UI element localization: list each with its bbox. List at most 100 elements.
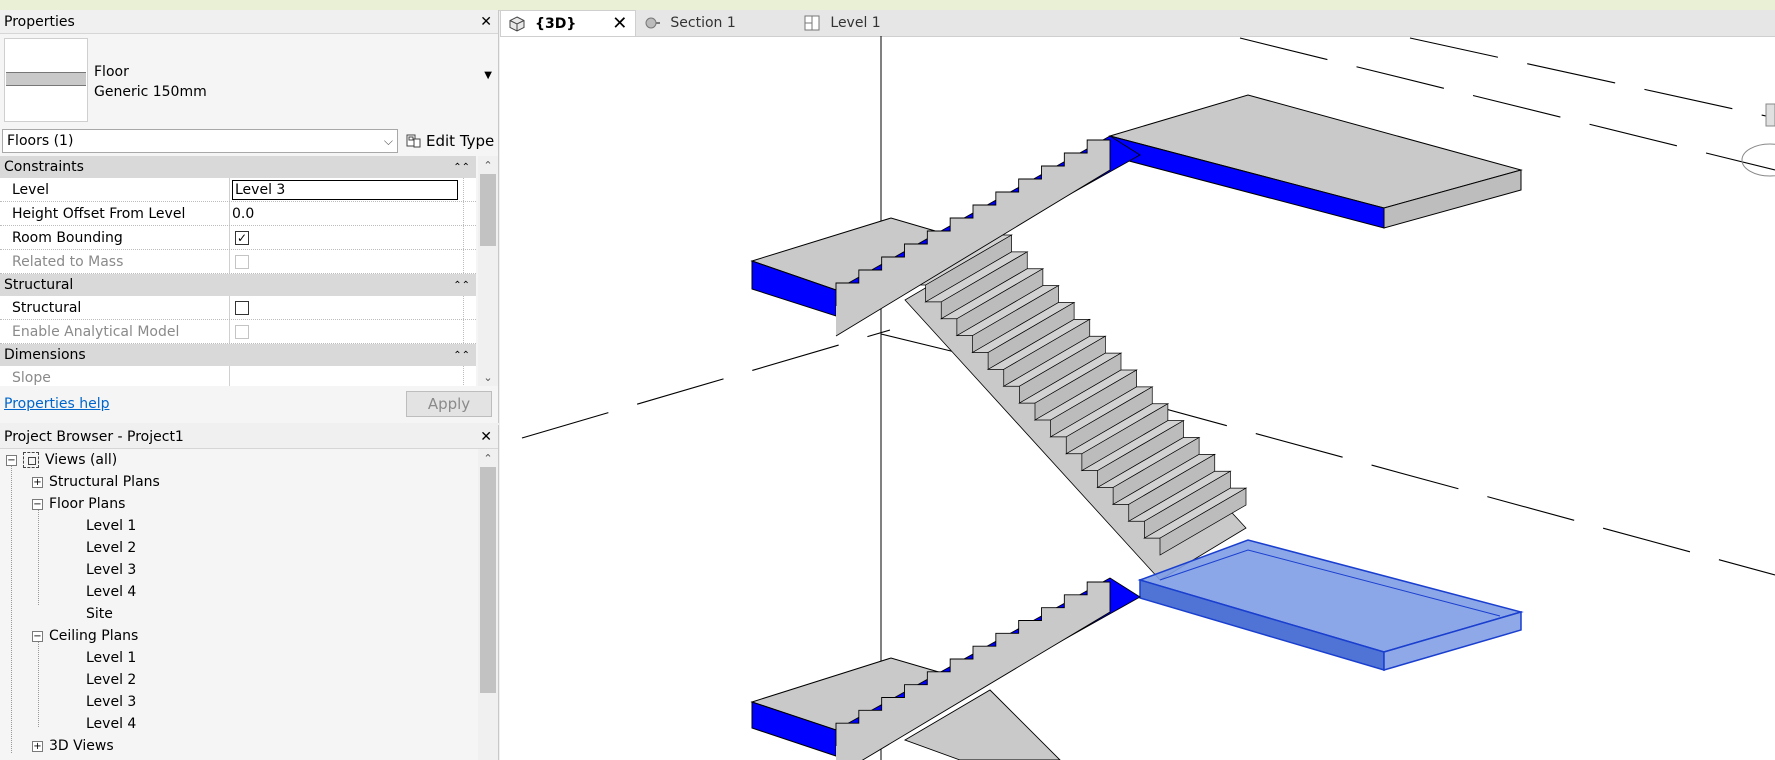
properties-titlebar: Properties ✕ xyxy=(0,10,498,34)
prop-row-structural[interactable]: Structural xyxy=(0,296,476,320)
room-bounding-checkbox[interactable]: ✓ xyxy=(235,230,249,245)
tab-level-1[interactable]: Level 1 xyxy=(796,10,888,36)
tree-node-floor-plans[interactable]: − Floor Plans xyxy=(0,493,498,515)
tree-leaf-ceiling-level-2[interactable]: Level 2 xyxy=(86,669,498,691)
related-to-mass-checkbox xyxy=(235,254,249,269)
group-label: Dimensions xyxy=(4,347,86,363)
tab-3d[interactable]: {3D} ✕ xyxy=(500,10,637,36)
cube-icon xyxy=(509,15,525,32)
tree-label: Structural Plans xyxy=(49,474,160,490)
tree-leaf-floor-level-4[interactable]: Level 4 xyxy=(86,581,498,603)
tree-label: Level 1 xyxy=(86,650,137,666)
tree-leaf-floor-level-1[interactable]: Level 1 xyxy=(86,515,498,537)
collapse-icon[interactable]: − xyxy=(32,630,43,642)
tree-label: Level 1 xyxy=(86,518,137,534)
edit-type-label: Edit Type xyxy=(426,132,495,150)
group-structural[interactable]: Structural ⌃⌃ xyxy=(0,274,476,296)
prop-row-room-bounding[interactable]: Room Bounding ✓ xyxy=(0,226,476,250)
element-filter-value: Floors (1) xyxy=(7,133,74,149)
tab-label: Section 1 xyxy=(670,15,736,31)
prop-label: Related to Mass xyxy=(0,250,230,273)
level-value-field[interactable]: Level 3 xyxy=(232,179,458,200)
tree-node-structural-plans[interactable]: + Structural Plans xyxy=(0,471,498,493)
slope-value xyxy=(230,366,476,386)
tree-node-3d-views[interactable]: + 3D Views xyxy=(0,735,498,757)
prop-row-slope: Slope xyxy=(0,366,476,386)
prop-label: Level xyxy=(0,178,230,201)
prop-label: Height Offset From Level xyxy=(0,202,230,225)
browser-scrollbar[interactable]: ⌃ xyxy=(478,449,498,760)
close-icon[interactable]: ✕ xyxy=(480,12,492,32)
view-tabs: {3D} ✕ Section 1 Level 1 xyxy=(500,10,1775,37)
tree-label: Site xyxy=(86,606,113,622)
properties-help-link[interactable]: Properties help xyxy=(4,396,109,412)
tree-label: Ceiling Plans xyxy=(49,628,139,644)
tree-label: 3D Views xyxy=(49,738,114,754)
scroll-thumb[interactable] xyxy=(480,467,496,693)
tree-leaf-floor-level-2[interactable]: Level 2 xyxy=(86,537,498,559)
type-dropdown-arrow-icon[interactable]: ▼ xyxy=(484,70,492,81)
group-label: Structural xyxy=(4,277,74,293)
tree-label: Floor Plans xyxy=(49,496,126,512)
scroll-down-icon[interactable]: ⌄ xyxy=(478,368,498,386)
type-name: Generic 150mm xyxy=(94,84,207,100)
floor-type-thumbnail xyxy=(4,38,88,122)
views-icon xyxy=(23,452,39,468)
tree-leaf-ceiling-level-3[interactable]: Level 3 xyxy=(86,691,498,713)
tree-node-views-all[interactable]: − Views (all) xyxy=(0,449,498,471)
tab-label: {3D} xyxy=(535,15,577,32)
scroll-up-icon[interactable]: ⌃ xyxy=(478,449,498,467)
analytical-model-checkbox xyxy=(235,324,249,339)
plan-icon xyxy=(804,15,820,31)
edit-type-icon xyxy=(406,134,421,148)
close-icon[interactable]: ✕ xyxy=(480,427,492,447)
edit-type-button[interactable]: Edit Type xyxy=(406,132,494,150)
collapse-icon[interactable]: ⌃⌃ xyxy=(453,350,470,361)
tree-label: Level 3 xyxy=(86,694,137,710)
element-filter-select[interactable]: Floors (1) ⌵ xyxy=(2,129,398,153)
collapse-icon[interactable]: ⌃⌃ xyxy=(453,280,470,291)
stair-model-view[interactable] xyxy=(500,36,1775,760)
prop-label: Structural xyxy=(0,296,230,319)
collapse-icon[interactable]: ⌃⌃ xyxy=(453,162,470,173)
tree-node-ceiling-plans[interactable]: − Ceiling Plans xyxy=(0,625,498,647)
collapse-icon[interactable]: − xyxy=(6,454,17,466)
tree-leaf-ceiling-level-4[interactable]: Level 4 xyxy=(86,713,498,735)
prop-row-enable-analytical: Enable Analytical Model xyxy=(0,320,476,344)
tree-leaf-floor-level-3[interactable]: Level 3 xyxy=(86,559,498,581)
tree-leaf-floor-site[interactable]: Site xyxy=(86,603,498,625)
collapse-icon[interactable]: − xyxy=(32,498,43,510)
tree-leaf-ceiling-level-1[interactable]: Level 1 xyxy=(86,647,498,669)
properties-grid: Constraints ⌃⌃ Level Level 3 Height Offse… xyxy=(0,156,498,386)
browser-tree: − Views (all) + Structural Plans − Floor… xyxy=(0,449,498,760)
browser-titlebar: Project Browser - Project1 ✕ xyxy=(0,425,498,449)
tab-section-1[interactable]: Section 1 xyxy=(636,10,796,36)
properties-title: Properties xyxy=(4,13,75,30)
prop-row-height-offset[interactable]: Height Offset From Level 0.0 xyxy=(0,202,476,226)
tree-label: Level 4 xyxy=(86,584,137,600)
group-constraints[interactable]: Constraints ⌃⌃ xyxy=(0,156,476,178)
project-browser-panel: Project Browser - Project1 ✕ − Views (al… xyxy=(0,425,499,760)
apply-button[interactable]: Apply xyxy=(406,391,492,417)
prop-row-level[interactable]: Level Level 3 xyxy=(0,178,476,202)
expand-icon[interactable]: + xyxy=(32,476,43,488)
height-offset-value[interactable]: 0.0 xyxy=(230,202,476,225)
tree-label: Level 2 xyxy=(86,540,137,556)
expand-icon[interactable]: + xyxy=(32,740,43,752)
tab-label: Level 1 xyxy=(830,15,881,31)
3d-viewport[interactable]: {3D} ✕ Section 1 Level 1 xyxy=(500,10,1775,760)
type-selector[interactable]: Floor Generic 150mm ▼ xyxy=(0,34,498,126)
tree-label: Level 2 xyxy=(86,672,137,688)
group-dimensions[interactable]: Dimensions ⌃⌃ xyxy=(0,344,476,366)
prop-label: Enable Analytical Model xyxy=(0,320,230,343)
structural-checkbox[interactable] xyxy=(235,300,249,315)
close-icon[interactable]: ✕ xyxy=(612,13,627,34)
scroll-thumb[interactable] xyxy=(480,174,496,246)
section-icon xyxy=(645,17,661,29)
tree-label: Level 3 xyxy=(86,562,137,578)
prop-label: Slope xyxy=(0,366,230,386)
scroll-up-icon[interactable]: ⌃ xyxy=(478,156,498,174)
properties-scrollbar[interactable]: ⌃ ⌄ xyxy=(478,156,498,386)
prop-row-related-to-mass: Related to Mass xyxy=(0,250,476,274)
browser-title: Project Browser - Project1 xyxy=(4,428,184,445)
